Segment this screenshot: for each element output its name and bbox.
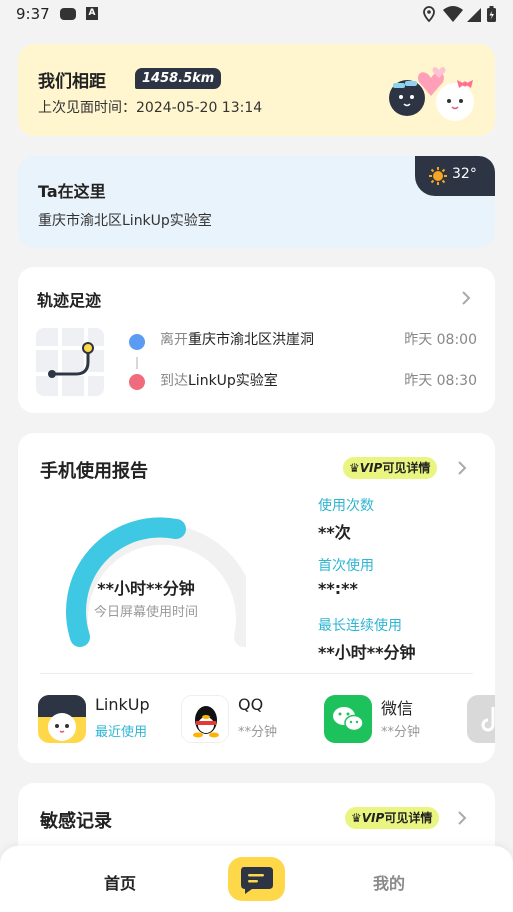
- usage-report-card[interactable]: 手机使用报告 ♛VIP可见详情 **小时**分钟 今日屏幕使用时间 使用次数 *…: [18, 433, 495, 763]
- wechat-app-icon: [324, 695, 372, 743]
- status-icons: [423, 6, 496, 23]
- last-meet-time: 2024-05-20 13:14: [136, 100, 263, 116]
- bottom-nav: 首页 我的: [0, 846, 513, 912]
- vip-details-button[interactable]: ♛VIP可见详情: [345, 807, 440, 829]
- track-card[interactable]: 轨迹足迹 离开重庆市渝北区洪崖洞 昨天 08:00 到达LinkUp实验室 昨天…: [18, 267, 495, 413]
- app-name: 微信: [381, 699, 414, 718]
- sun-icon: [429, 167, 447, 185]
- app-usage: 最近使用: [95, 725, 148, 740]
- divider: [40, 673, 473, 674]
- app-item-qq[interactable]: QQ **分钟: [181, 691, 321, 743]
- notification-dot-icon: [60, 8, 76, 20]
- crown-icon: ♛: [349, 461, 360, 475]
- signal-icon: [467, 8, 481, 22]
- arrive-dot-icon: [129, 374, 145, 390]
- chevron-right-icon[interactable]: [459, 291, 473, 305]
- weather-temperature: 32°: [452, 166, 477, 182]
- location-title: Ta在这里: [38, 182, 106, 201]
- status-bar: 9:37 A: [0, 0, 513, 30]
- sensitive-title: 敏感记录: [40, 811, 112, 832]
- timeline-line: [136, 357, 138, 369]
- wifi-icon: [443, 6, 463, 22]
- location-icon: [423, 6, 435, 23]
- stat-longest-use-label: 最长连续使用: [318, 618, 402, 634]
- status-time: 9:37: [16, 5, 50, 23]
- track-event-leave-time: 昨天 08:00: [404, 332, 477, 348]
- screen-time-value: **小时**分钟: [97, 579, 195, 598]
- map-route-icon: [36, 328, 104, 396]
- stat-longest-use-value: **小时**分钟: [318, 643, 416, 662]
- stat-usage-count-value: **次: [318, 523, 351, 542]
- battery-icon: [487, 6, 496, 22]
- distance-card[interactable]: 我们相距 1458.5km 上次见面时间：2024-05-20 13:14: [18, 44, 495, 136]
- distance-badge: 1458.5km: [135, 68, 222, 89]
- chevron-right-icon[interactable]: [455, 811, 469, 825]
- weather-badge: 32°: [415, 156, 495, 196]
- nav-mine-tab[interactable]: 我的: [373, 870, 405, 894]
- track-event-arrive: 到达LinkUp实验室: [160, 373, 278, 389]
- app-item-linkup[interactable]: LinkUp 最近使用: [38, 691, 178, 743]
- app-usage: **分钟: [238, 725, 278, 740]
- a-icon: A: [86, 7, 98, 20]
- crown-icon: ♛: [351, 811, 362, 825]
- stat-first-use-label: 首次使用: [318, 558, 374, 574]
- vip-details-button[interactable]: ♛VIP可见详情: [343, 457, 438, 479]
- app-name: QQ: [238, 695, 264, 714]
- app-item-tiktok[interactable]: [467, 691, 495, 743]
- location-address: 重庆市渝北区LinkUp实验室: [38, 213, 212, 229]
- track-event-leave: 离开重庆市渝北区洪崖洞: [160, 332, 314, 348]
- couple-avatars-icon: [389, 67, 474, 121]
- last-meet-label: 上次见面时间：: [38, 100, 136, 116]
- track-title: 轨迹足迹: [37, 291, 102, 310]
- nav-chat-button[interactable]: [228, 857, 285, 901]
- linkup-app-icon: [38, 695, 86, 743]
- usage-title: 手机使用报告: [40, 461, 148, 482]
- screen-time-label: 今日屏幕使用时间: [93, 605, 198, 620]
- stat-usage-count-label: 使用次数: [318, 498, 374, 514]
- location-card[interactable]: Ta在这里 重庆市渝北区LinkUp实验室 32°: [18, 156, 495, 248]
- distance-title: 我们相距: [38, 72, 106, 92]
- app-usage-list[interactable]: LinkUp 最近使用 QQ **分钟 微信 **分钟: [18, 691, 495, 751]
- app-item-wechat[interactable]: 微信 **分钟: [324, 691, 464, 743]
- tiktok-app-icon: [467, 695, 495, 743]
- app-name: LinkUp: [95, 695, 150, 714]
- leave-dot-icon: [129, 334, 145, 350]
- last-meet-info: 上次见面时间：2024-05-20 13:14: [38, 97, 262, 117]
- chevron-right-icon[interactable]: [455, 461, 469, 475]
- chat-icon: [241, 867, 273, 894]
- nav-home-tab[interactable]: 首页: [104, 870, 137, 896]
- track-event-arrive-time: 昨天 08:30: [404, 373, 477, 389]
- stat-first-use-value: **:**: [318, 579, 358, 598]
- qq-app-icon: [181, 695, 229, 743]
- track-map-thumbnail[interactable]: [36, 328, 104, 396]
- app-usage: **分钟: [381, 725, 421, 740]
